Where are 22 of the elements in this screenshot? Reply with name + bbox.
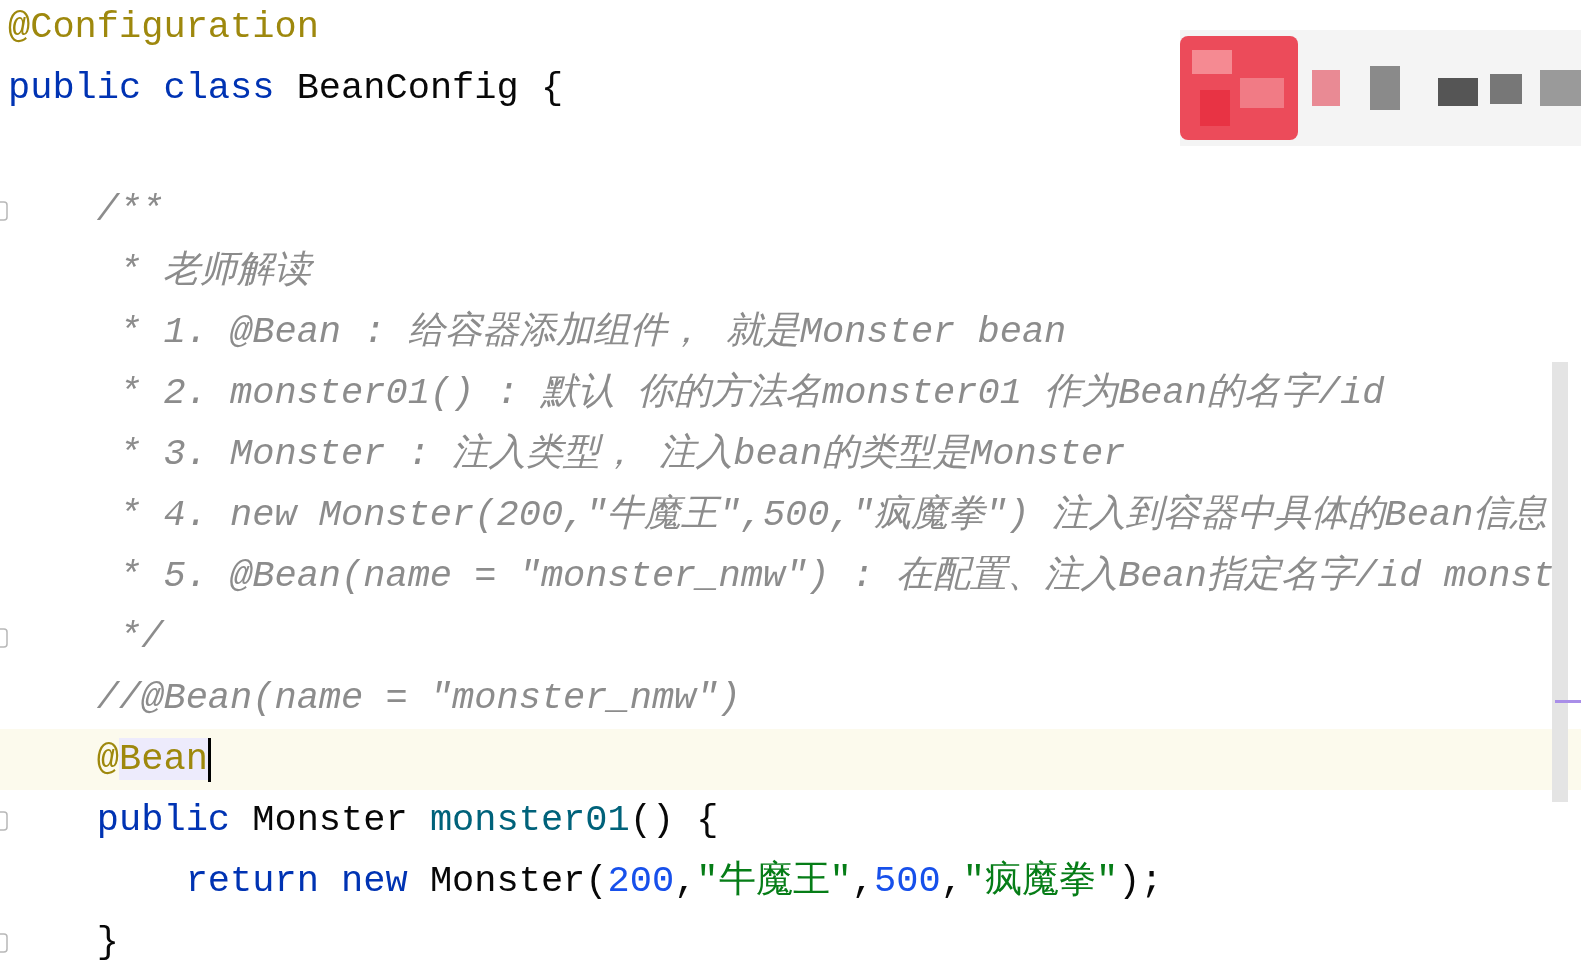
code-line: } xyxy=(95,920,120,965)
code-line: public Monster monster01() { xyxy=(95,798,719,843)
code-line: * 老师解读 xyxy=(118,249,312,294)
code-line: return new Monster(200,"牛魔王",500,"疯魔拳"); xyxy=(184,859,1163,904)
code-line: /** xyxy=(95,188,164,233)
fold-icon[interactable] xyxy=(0,810,8,831)
code-line: @Configuration xyxy=(8,5,319,50)
code-line: * 4. new Monster(200,"牛魔王",500,"疯魔拳") 注入到容器中具体的Bean信息 xyxy=(118,492,1548,538)
code-line: */ xyxy=(118,615,164,660)
fold-icon[interactable] xyxy=(0,200,8,221)
scrollbar-thumb[interactable] xyxy=(1552,362,1568,802)
code-line: * 3. Monster : 注入类型， 注入bean的类型是Monster xyxy=(118,432,1126,477)
fold-icon[interactable] xyxy=(0,627,8,648)
code-line: * 5. @Bean(name = "monster_nmw") : 在配置、注入Bean指定名字/id monst xyxy=(118,553,1555,599)
code-line: public class BeanConfig { xyxy=(8,66,564,111)
code-line: @Bean xyxy=(95,737,208,782)
fold-icon[interactable] xyxy=(0,932,8,953)
code-line: //@Bean(name = "monster_nmw") xyxy=(95,676,741,721)
text-cursor xyxy=(207,737,211,782)
code-line: * 2. monster01() : 默认 你的方法名monster01 作为Bean的名字/id xyxy=(118,370,1385,416)
marker-stripe xyxy=(1555,700,1581,703)
code-line: * 1. @Bean : 给容器添加组件， 就是Monster bean xyxy=(118,309,1067,355)
